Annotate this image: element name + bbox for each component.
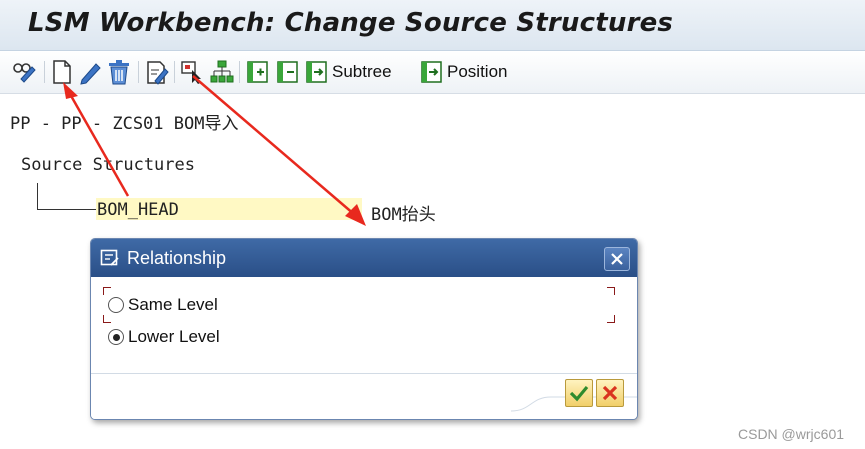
radio-label: Lower Level bbox=[128, 327, 220, 346]
confirm-button[interactable] bbox=[565, 379, 593, 407]
position-label: Position bbox=[447, 62, 508, 81]
group-frame-corner bbox=[103, 315, 111, 323]
toolbar-separator bbox=[174, 61, 175, 83]
position-icon bbox=[421, 61, 442, 83]
expand-button[interactable] bbox=[246, 59, 270, 85]
dialog-window-icon bbox=[100, 249, 119, 266]
select-button[interactable] bbox=[180, 59, 206, 85]
toolbar-separator bbox=[239, 61, 240, 83]
section-title: Source Structures bbox=[21, 155, 195, 175]
subtree-icon bbox=[306, 61, 327, 83]
relationship-dialog: Relationship Same Level Lower Level bbox=[90, 238, 638, 420]
annotation-arrow-line bbox=[192, 75, 356, 216]
dialog-body: Same Level Lower Level bbox=[91, 277, 637, 419]
dialog-title: Relationship bbox=[127, 248, 227, 268]
radio-selected-dot bbox=[112, 333, 120, 341]
hierarchy-button[interactable] bbox=[209, 59, 235, 85]
radio-button[interactable] bbox=[108, 329, 124, 345]
check-icon bbox=[569, 385, 589, 402]
group-frame-corner bbox=[607, 315, 615, 323]
group-frame-corner bbox=[607, 287, 615, 295]
title-bar: LSM Workbench: Change Source Structures bbox=[0, 0, 865, 51]
pencil-icon bbox=[80, 63, 101, 85]
collapse-icon bbox=[277, 61, 298, 83]
cancel-icon bbox=[602, 385, 618, 401]
breadcrumb-path: PP - PP - ZCS01 BOM导入 bbox=[10, 114, 239, 134]
tree-connector bbox=[37, 183, 38, 210]
page-title: LSM Workbench: Change Source Structures bbox=[28, 8, 674, 38]
subtree-label: Subtree bbox=[332, 62, 392, 81]
toolbar-separator bbox=[138, 61, 139, 83]
group-frame-corner bbox=[103, 287, 111, 295]
expand-icon bbox=[247, 61, 268, 83]
footer-divider bbox=[91, 373, 637, 374]
tree-node-name[interactable]: BOM_HEAD bbox=[97, 200, 179, 220]
application-toolbar: Subtree Position bbox=[0, 51, 865, 94]
collapse-button[interactable] bbox=[276, 59, 300, 85]
hierarchy-icon bbox=[210, 60, 234, 83]
radio-button[interactable] bbox=[108, 297, 124, 313]
radio-label: Same Level bbox=[128, 295, 218, 314]
radio-same-level[interactable]: Same Level bbox=[108, 295, 218, 315]
toolbar-separator bbox=[44, 61, 45, 83]
edit-button[interactable] bbox=[78, 59, 102, 85]
display-change-button[interactable] bbox=[12, 59, 38, 85]
radio-lower-level[interactable]: Lower Level bbox=[108, 327, 220, 347]
position-button[interactable]: Position bbox=[420, 59, 507, 85]
dialog-close-button[interactable] bbox=[604, 247, 630, 271]
create-icon bbox=[53, 60, 71, 84]
watermark: CSDN @wrjc601 bbox=[738, 426, 845, 442]
close-icon bbox=[611, 253, 623, 265]
display-change-icon bbox=[13, 63, 36, 83]
edit-text-button[interactable] bbox=[145, 59, 169, 85]
tree-node-description: BOM抬头 bbox=[371, 205, 436, 225]
dialog-header: Relationship bbox=[91, 239, 637, 277]
tree-connector bbox=[37, 209, 97, 210]
cancel-button[interactable] bbox=[596, 379, 624, 407]
trash-icon bbox=[109, 60, 129, 85]
delete-button[interactable] bbox=[106, 59, 132, 85]
select-icon bbox=[181, 61, 201, 84]
subtree-button[interactable]: Subtree bbox=[305, 59, 392, 85]
edit-text-icon bbox=[147, 61, 169, 85]
create-button[interactable] bbox=[51, 59, 73, 85]
